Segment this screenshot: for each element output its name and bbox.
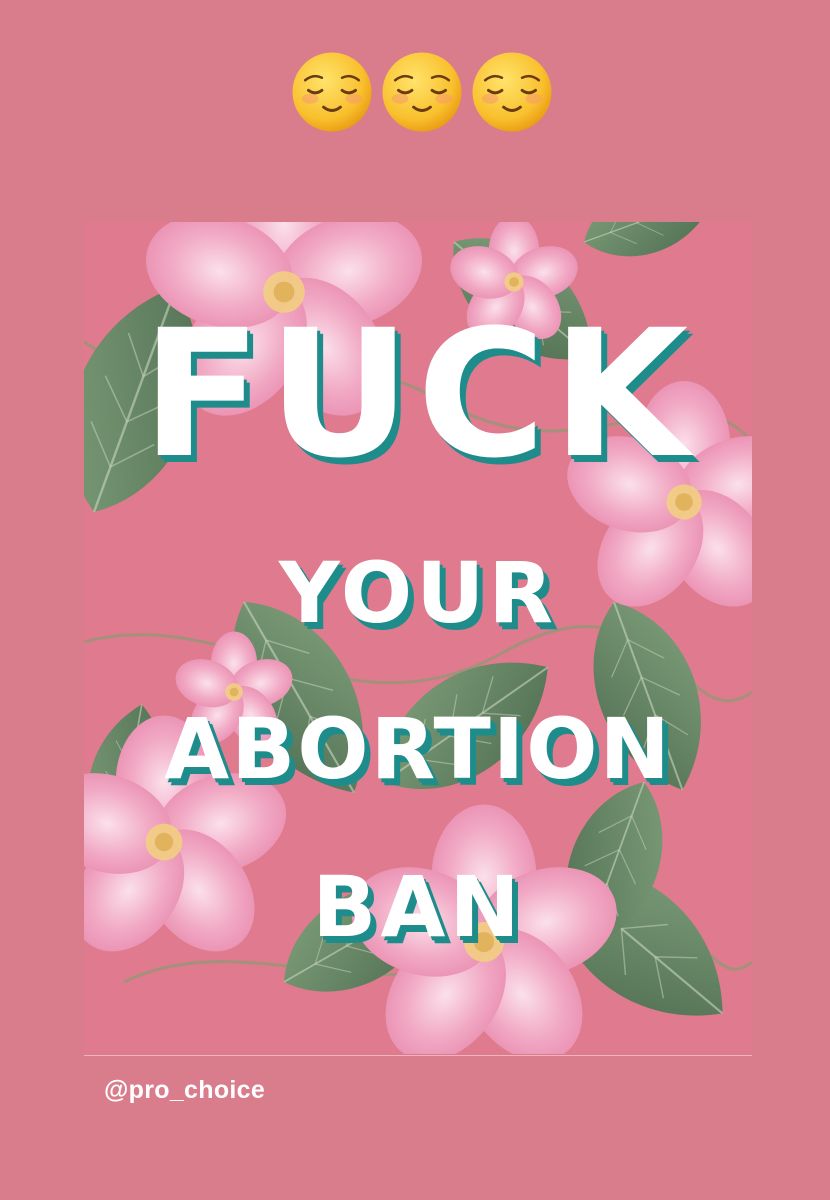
relieved-face-icon — [382, 52, 462, 132]
emoji-sticker[interactable] — [290, 50, 566, 134]
slogan-line-4: BAN — [312, 858, 524, 956]
story-frame: FUCK YOUR ABORTION BAN @pro_choice — [0, 0, 830, 1200]
slogan-line-1: FUCK — [141, 292, 695, 497]
shared-post-image[interactable]: FUCK YOUR ABORTION BAN — [84, 222, 752, 1054]
mention-tag[interactable]: @pro_choice — [104, 1076, 265, 1105]
slogan-line-3: ABORTION — [164, 700, 672, 798]
relieved-face-icon — [292, 52, 372, 132]
slogan-line-2: YOUR — [278, 544, 558, 642]
relieved-face-icon — [472, 52, 552, 132]
card-divider — [84, 1055, 752, 1056]
slogan-text: FUCK YOUR ABORTION BAN — [84, 222, 752, 1054]
